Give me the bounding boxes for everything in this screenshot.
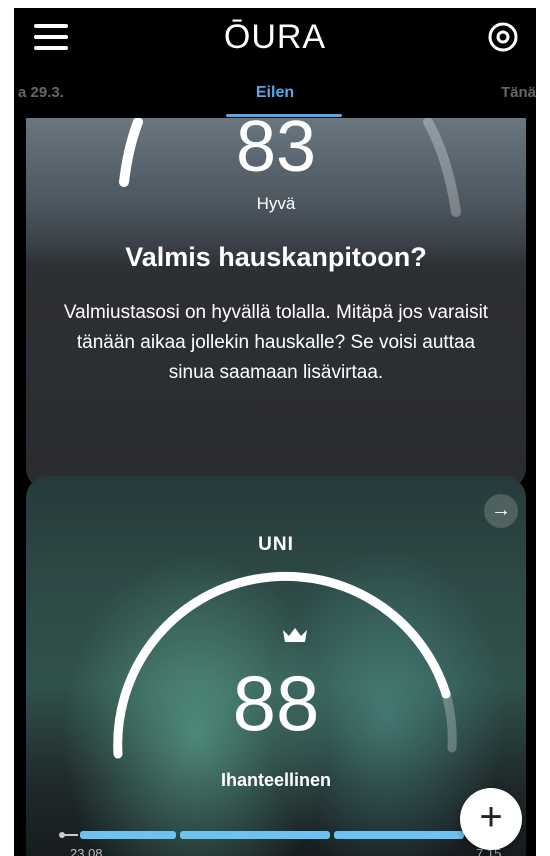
add-button[interactable]: + [460, 788, 522, 850]
sleep-card[interactable]: → UNI 88 Ihanteellinen 23.08 7.15 [26, 476, 526, 856]
app-screen: ŌURA a 29.3. Eilen Tänä 83 Hyvä Valmis h… [14, 8, 536, 856]
app-logo: ŌURA [223, 18, 327, 56]
date-selected-indicator [226, 114, 342, 117]
sleep-bedtime: 23.08 [70, 846, 103, 856]
sleep-timeline [59, 831, 464, 839]
readiness-message: Valmiustasosi on hyvällä tolalla. Mitäpä… [63, 302, 489, 383]
date-current[interactable]: Eilen [14, 84, 536, 102]
crown-icon [283, 628, 307, 642]
sleep-score: 88 [232, 659, 320, 747]
top-bar: ŌURA [14, 8, 536, 68]
readiness-title: Valmis hauskanpitoon? [125, 242, 427, 272]
date-next[interactable]: Tänä [501, 84, 536, 101]
readiness-score-label: Hyvä [256, 194, 296, 213]
readiness-card[interactable]: 83 Hyvä Valmis hauskanpitoon? Valmiustas… [26, 118, 526, 490]
date-navigation: a 29.3. Eilen Tänä [14, 70, 536, 118]
readiness-score: 83 [235, 118, 317, 187]
sleep-score-label: Ihanteellinen [220, 770, 332, 790]
ring-icon[interactable] [486, 20, 520, 54]
